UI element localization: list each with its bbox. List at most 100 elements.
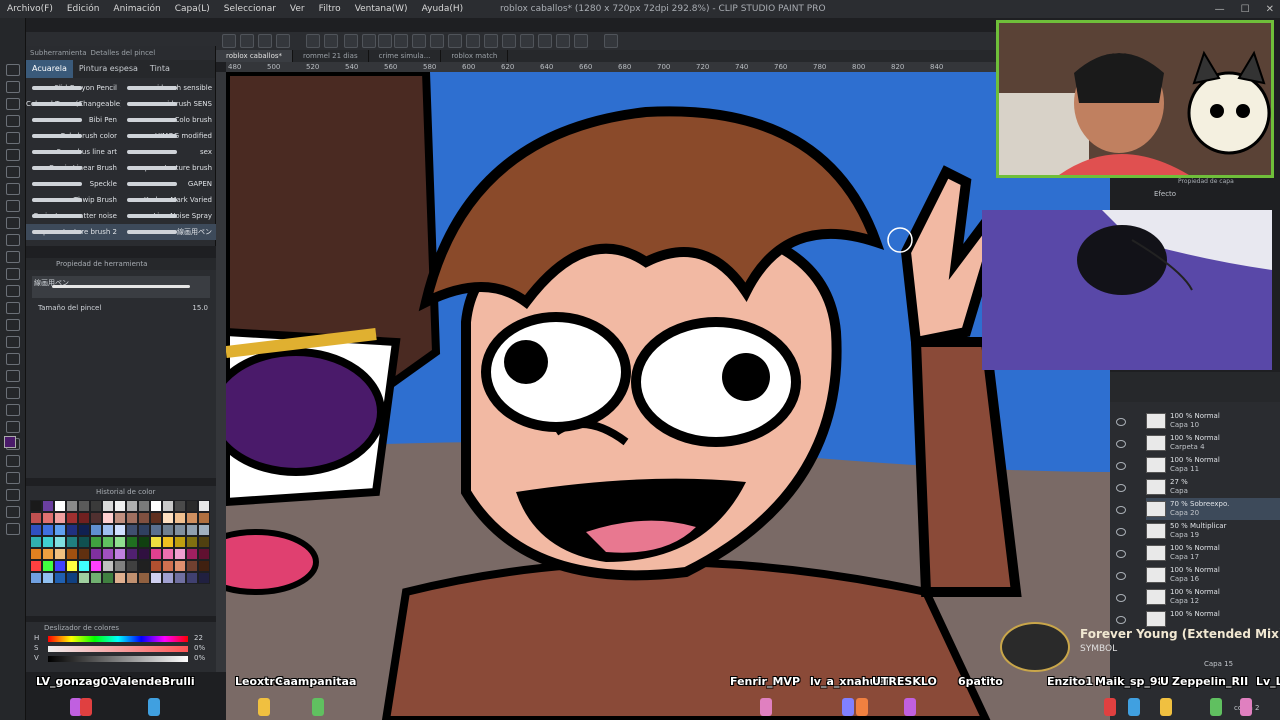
toolbar-button-icon[interactable] <box>258 34 272 48</box>
eye-icon[interactable] <box>1116 572 1126 580</box>
eye-icon[interactable] <box>1116 550 1126 558</box>
color-swatch[interactable] <box>150 572 162 584</box>
color-swatch[interactable] <box>90 512 102 524</box>
brush-item[interactable]: Comic Linear Brush <box>26 160 121 176</box>
main-color-icon[interactable] <box>4 436 16 448</box>
color-swatch[interactable] <box>30 560 42 572</box>
tool-icon[interactable] <box>6 285 20 297</box>
color-swatch[interactable] <box>186 536 198 548</box>
toolbar-button-icon[interactable] <box>448 34 462 48</box>
layer-row[interactable]: 100 % Normal Capa 10 <box>1146 410 1280 432</box>
brush-size-row[interactable]: Tamaño del pincel 15.0 <box>26 304 216 312</box>
color-swatch[interactable] <box>138 548 150 560</box>
color-swatch[interactable] <box>198 548 210 560</box>
color-swatch[interactable] <box>102 548 114 560</box>
toolbar-button-icon[interactable] <box>276 34 290 48</box>
color-swatch[interactable] <box>150 548 162 560</box>
tool-icon[interactable] <box>6 200 20 212</box>
color-swatch[interactable] <box>102 512 114 524</box>
menu-item-8[interactable]: Ayuda(H) <box>415 0 471 18</box>
color-swatch[interactable] <box>114 512 126 524</box>
menu-item-2[interactable]: Animación <box>106 0 167 18</box>
color-swatch[interactable] <box>54 500 66 512</box>
color-swatch[interactable] <box>54 560 66 572</box>
eye-icon[interactable] <box>1116 506 1126 514</box>
color-swatch[interactable] <box>186 512 198 524</box>
brush-item[interactable]: Colo brush color <box>26 128 121 144</box>
toolbar-button-icon[interactable] <box>430 34 444 48</box>
minimize-icon[interactable]: — <box>1215 4 1225 15</box>
toolbar-button-icon[interactable] <box>502 34 516 48</box>
color-swatch[interactable] <box>114 536 126 548</box>
color-swatch[interactable] <box>30 500 42 512</box>
color-swatch[interactable] <box>66 524 78 536</box>
color-swatch[interactable] <box>162 524 174 536</box>
drawing-canvas[interactable] <box>226 72 1110 720</box>
color-swatch[interactable] <box>138 500 150 512</box>
brush-item[interactable]: Slid Crayon Pencil <box>26 80 121 96</box>
color-swatch[interactable] <box>54 548 66 560</box>
eye-icon[interactable] <box>1116 594 1126 602</box>
color-swatch[interactable] <box>42 572 54 584</box>
layer-row[interactable]: 27 % Capa <box>1146 476 1280 498</box>
color-swatch[interactable] <box>138 536 150 548</box>
color-swatch[interactable] <box>126 500 138 512</box>
color-swatch[interactable] <box>138 572 150 584</box>
tool-icon[interactable] <box>6 302 20 314</box>
eye-icon[interactable] <box>1116 528 1126 536</box>
brush-item[interactable]: 線画用ペン <box>121 224 216 240</box>
color-swatch[interactable] <box>174 500 186 512</box>
toolbar-button-icon[interactable] <box>538 34 552 48</box>
color-swatch[interactable] <box>138 524 150 536</box>
toolbar-button-icon[interactable] <box>222 34 236 48</box>
tool-icon[interactable] <box>6 115 20 127</box>
menu-item-7[interactable]: Ventana(W) <box>348 0 415 18</box>
toolbar-button-icon[interactable] <box>556 34 570 48</box>
color-swatch[interactable] <box>126 560 138 572</box>
color-swatch[interactable] <box>162 512 174 524</box>
color-swatch[interactable] <box>66 548 78 560</box>
brush-item[interactable]: Speckle <box>26 176 121 192</box>
tool-icon[interactable] <box>6 472 20 484</box>
color-swatch[interactable] <box>150 512 162 524</box>
tool-icon[interactable] <box>6 319 20 331</box>
color-swatch[interactable] <box>186 548 198 560</box>
color-swatch[interactable] <box>162 548 174 560</box>
tool-icon[interactable] <box>6 353 20 365</box>
document-tab[interactable]: roblox caballos* <box>216 50 294 62</box>
eye-icon[interactable] <box>1116 440 1126 448</box>
color-swatch[interactable] <box>90 560 102 572</box>
toolbar-button-icon[interactable] <box>324 34 338 48</box>
brush-item[interactable]: Succubus line art <box>26 144 121 160</box>
color-swatch[interactable] <box>114 548 126 560</box>
document-tab[interactable]: rommel 21 dias <box>293 50 369 62</box>
saturation-slider[interactable]: S 0% <box>34 644 216 654</box>
color-swatch[interactable] <box>198 524 210 536</box>
menu-item-4[interactable]: Seleccionar <box>217 0 283 18</box>
toolbar-button-icon[interactable] <box>378 34 392 48</box>
close-icon[interactable]: ✕ <box>1266 4 1274 15</box>
color-swatch[interactable] <box>42 524 54 536</box>
color-swatch[interactable] <box>42 560 54 572</box>
color-swatch[interactable] <box>78 536 90 548</box>
color-swatch[interactable] <box>90 548 102 560</box>
tab-pintura-espesa[interactable]: Pintura espesa <box>73 60 144 78</box>
toolbar-button-icon[interactable] <box>604 34 618 48</box>
color-swatch[interactable] <box>138 560 150 572</box>
menu-item-0[interactable]: Archivo(F) <box>0 0 60 18</box>
brush-item[interactable]: GAPEN <box>121 176 216 192</box>
color-swatch[interactable] <box>174 536 186 548</box>
color-swatch[interactable] <box>126 524 138 536</box>
color-swatch[interactable] <box>54 536 66 548</box>
toolbar-button-icon[interactable] <box>362 34 376 48</box>
toolbar-button-icon[interactable] <box>344 34 358 48</box>
color-swatch[interactable] <box>162 500 174 512</box>
toolbar-button-icon[interactable] <box>466 34 480 48</box>
toolbar-button-icon[interactable] <box>412 34 426 48</box>
layer-row[interactable]: 100 % Normal Carpeta 4 <box>1146 432 1280 454</box>
color-swatch[interactable] <box>102 524 114 536</box>
color-swatch[interactable] <box>174 548 186 560</box>
color-swatch[interactable] <box>66 536 78 548</box>
tool-icon[interactable] <box>6 387 20 399</box>
tab-brush-details[interactable]: Detalles del pincel <box>91 49 156 57</box>
